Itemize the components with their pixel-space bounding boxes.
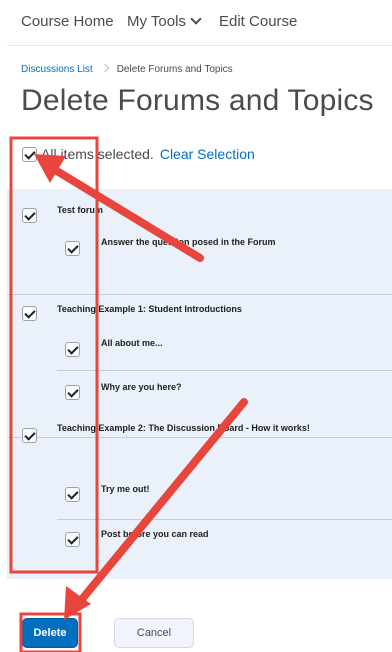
nav-my-tools[interactable]: My Tools bbox=[127, 13, 202, 30]
topic-checkbox[interactable] bbox=[65, 241, 80, 256]
forum-checkbox[interactable] bbox=[22, 306, 37, 321]
forum-divider bbox=[7, 437, 392, 438]
chevron-right-icon bbox=[100, 63, 109, 73]
topic-label: All about me... bbox=[101, 338, 163, 348]
forum-label: Teaching Example 1: Student Introduction… bbox=[57, 304, 242, 314]
topic-label: Post before you can read bbox=[101, 529, 209, 539]
topic-checkbox[interactable] bbox=[65, 342, 80, 357]
forum-label: Test forum bbox=[57, 205, 103, 215]
selection-info: All items selected. Clear Selection bbox=[41, 146, 255, 162]
delete-button[interactable]: Delete bbox=[22, 618, 78, 648]
breadcrumb-link-discussions-list[interactable]: Discussions List bbox=[21, 64, 93, 75]
topic-label: Answer the question posed in the Forum bbox=[101, 237, 276, 247]
topic-label: Try me out! bbox=[101, 484, 150, 494]
page-title: Delete Forums and Topics bbox=[21, 84, 374, 117]
nav-edit-course[interactable]: Edit Course bbox=[219, 13, 297, 30]
breadcrumb-current: Delete Forums and Topics bbox=[116, 64, 233, 75]
nav-my-tools-label: My Tools bbox=[127, 13, 186, 30]
top-nav: Course Home My Tools Edit Course bbox=[0, 0, 392, 44]
forum-label: Teaching Example 2: The Discussion Board… bbox=[57, 423, 310, 433]
breadcrumb: Discussions List Delete Forums and Topics bbox=[21, 63, 233, 75]
topic-checkbox[interactable] bbox=[65, 487, 80, 502]
topic-divider bbox=[57, 370, 392, 371]
clear-selection-link[interactable]: Clear Selection bbox=[160, 146, 255, 162]
chevron-down-icon bbox=[190, 13, 202, 25]
topic-divider bbox=[57, 519, 392, 520]
forum-checkbox[interactable] bbox=[22, 208, 37, 223]
nav-course-home[interactable]: Course Home bbox=[21, 13, 114, 30]
arrow-head bbox=[64, 586, 91, 620]
topic-checkbox[interactable] bbox=[65, 532, 80, 547]
cancel-button[interactable]: Cancel bbox=[114, 618, 194, 648]
topic-checkbox[interactable] bbox=[65, 385, 80, 400]
selection-status: All items selected. bbox=[41, 146, 154, 162]
forum-divider bbox=[7, 294, 392, 295]
forum-checkbox[interactable] bbox=[22, 428, 37, 443]
topic-label: Why are you here? bbox=[101, 382, 182, 392]
nav-divider bbox=[7, 45, 392, 46]
select-all-checkbox[interactable] bbox=[22, 147, 37, 162]
